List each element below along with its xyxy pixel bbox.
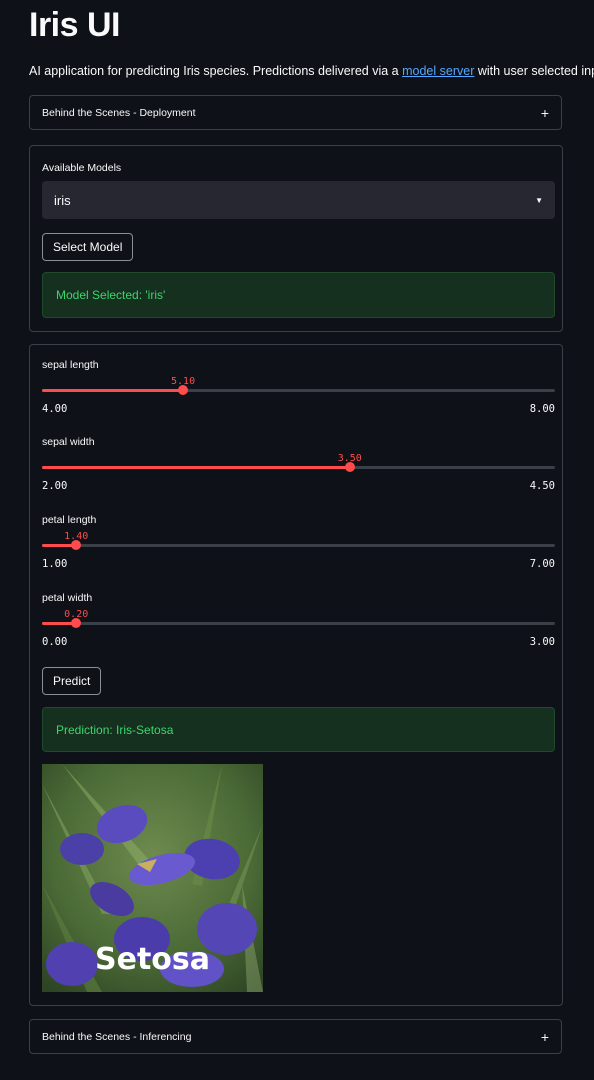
model-select-value: iris (54, 192, 71, 208)
page-description: AI application for predicting Iris speci… (29, 64, 594, 78)
slider-min: 4.00 (42, 403, 68, 415)
plus-icon: + (540, 1028, 549, 1045)
slider-min: 1.00 (42, 558, 68, 570)
slider-max: 4.50 (529, 480, 555, 492)
prediction-panel: sepal length 5.10 4.00 8.00 sepal width 3.50 2… (29, 344, 563, 1006)
slider-min: 0.00 (42, 636, 68, 648)
slider-track[interactable] (42, 618, 555, 628)
slider-track[interactable] (42, 540, 555, 550)
deployment-expander[interactable]: Behind the Scenes - Deployment + (29, 95, 562, 130)
available-models-label: Available Models (42, 162, 122, 174)
slider-thumb[interactable] (344, 462, 355, 472)
slider-label: petal width (42, 592, 93, 604)
deployment-expander-label: Behind the Scenes - Deployment (42, 106, 196, 119)
slider-fill (42, 389, 184, 392)
slider-max: 7.00 (529, 558, 555, 570)
slider-fill (42, 466, 350, 469)
image-caption: Setosa (94, 942, 210, 977)
page-title: Iris UI (29, 6, 120, 44)
slider-label: petal length (42, 514, 97, 526)
slider-track[interactable] (42, 385, 555, 395)
plus-icon: + (540, 104, 549, 121)
model-selection-panel: Available Models iris ▼ Select Model Mod… (29, 145, 563, 332)
slider-track[interactable] (42, 462, 555, 472)
slider-thumb[interactable] (71, 540, 82, 550)
intro-text: AI application for predicting Iris speci… (29, 64, 403, 78)
inferencing-expander[interactable]: Behind the Scenes - Inferencing + (29, 1019, 562, 1054)
slider-max: 8.00 (529, 403, 555, 415)
slider-sepal-width[interactable]: sepal width 3.50 2.00 4.50 (42, 436, 555, 516)
model-select[interactable]: iris ▼ (42, 181, 555, 219)
prediction-alert: Prediction: Iris-Setosa (42, 707, 555, 752)
predict-button[interactable]: Predict (42, 667, 102, 695)
model-server-link[interactable]: model server (402, 64, 474, 78)
chevron-down-icon: ▼ (535, 195, 543, 205)
slider-max: 3.00 (529, 636, 555, 648)
model-selected-alert: Model Selected: 'iris' (42, 272, 555, 318)
slider-sepal-length[interactable]: sepal length 5.10 4.00 8.00 (42, 359, 555, 439)
intro-text-end: with user selected input. (477, 64, 594, 78)
slider-thumb[interactable] (178, 385, 189, 395)
slider-thumb[interactable] (71, 618, 82, 628)
slider-label: sepal width (42, 436, 95, 448)
slider-petal-width[interactable]: petal width 0.20 0.00 3.00 (42, 592, 555, 672)
slider-petal-length[interactable]: petal length 1.40 1.00 7.00 (42, 514, 555, 594)
inferencing-expander-label: Behind the Scenes - Inferencing (42, 1030, 192, 1043)
slider-min: 2.00 (42, 480, 68, 492)
select-model-button[interactable]: Select Model (42, 233, 134, 261)
iris-setosa-image: Setosa (42, 764, 263, 992)
slider-label: sepal length (42, 359, 99, 371)
